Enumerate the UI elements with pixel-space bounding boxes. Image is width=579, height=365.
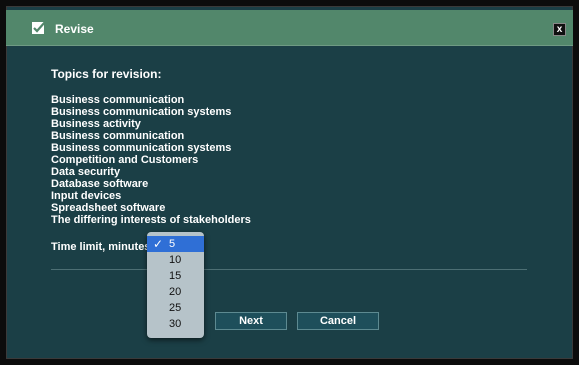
title-bar[interactable]: Revise x xyxy=(6,10,573,46)
time-option-30[interactable]: 30 xyxy=(147,316,204,332)
topic-item: Business communication xyxy=(51,94,185,106)
topic-item: Business activity xyxy=(51,118,141,130)
time-option-label: 20 xyxy=(169,286,182,298)
time-option-label: 5 xyxy=(169,238,176,250)
topic-list: Business communication Business communic… xyxy=(51,94,251,226)
time-option-5[interactable]: ✓ 5 xyxy=(147,236,204,252)
topic-item: Input devices xyxy=(51,190,122,202)
time-limit-label: Time limit, minutes xyxy=(51,241,151,253)
time-option-25[interactable]: 25 xyxy=(147,300,204,316)
close-button[interactable]: x xyxy=(553,23,566,36)
window-title: Revise xyxy=(55,22,94,36)
topic-item: Business communication systems xyxy=(51,142,232,154)
time-option-20[interactable]: 20 xyxy=(147,284,204,300)
time-option-15[interactable]: 15 xyxy=(147,268,204,284)
time-option-label: 25 xyxy=(169,302,182,314)
topic-item: Database software xyxy=(51,178,149,190)
time-option-label: 10 xyxy=(169,254,182,266)
time-limit-dropdown[interactable]: ✓ 5 10 15 20 25 30 xyxy=(147,232,204,338)
topic-item: Business communication xyxy=(51,130,185,142)
checkmark-icon xyxy=(32,21,46,35)
checkmark-icon: ✓ xyxy=(153,237,164,251)
next-button[interactable]: Next xyxy=(215,312,287,330)
topics-heading: Topics for revision: xyxy=(51,67,162,81)
topic-item: Spreadsheet software xyxy=(51,202,166,214)
time-option-label: 30 xyxy=(169,318,182,330)
topic-item: Business communication systems xyxy=(51,106,232,118)
divider xyxy=(51,269,527,270)
time-option-label: 15 xyxy=(169,270,182,282)
time-option-10[interactable]: 10 xyxy=(147,252,204,268)
topic-item: Competition and Customers xyxy=(51,154,199,166)
topic-item: The differing interests of stakeholders xyxy=(51,214,251,226)
topic-item: Data security xyxy=(51,166,121,178)
cancel-button[interactable]: Cancel xyxy=(297,312,379,330)
